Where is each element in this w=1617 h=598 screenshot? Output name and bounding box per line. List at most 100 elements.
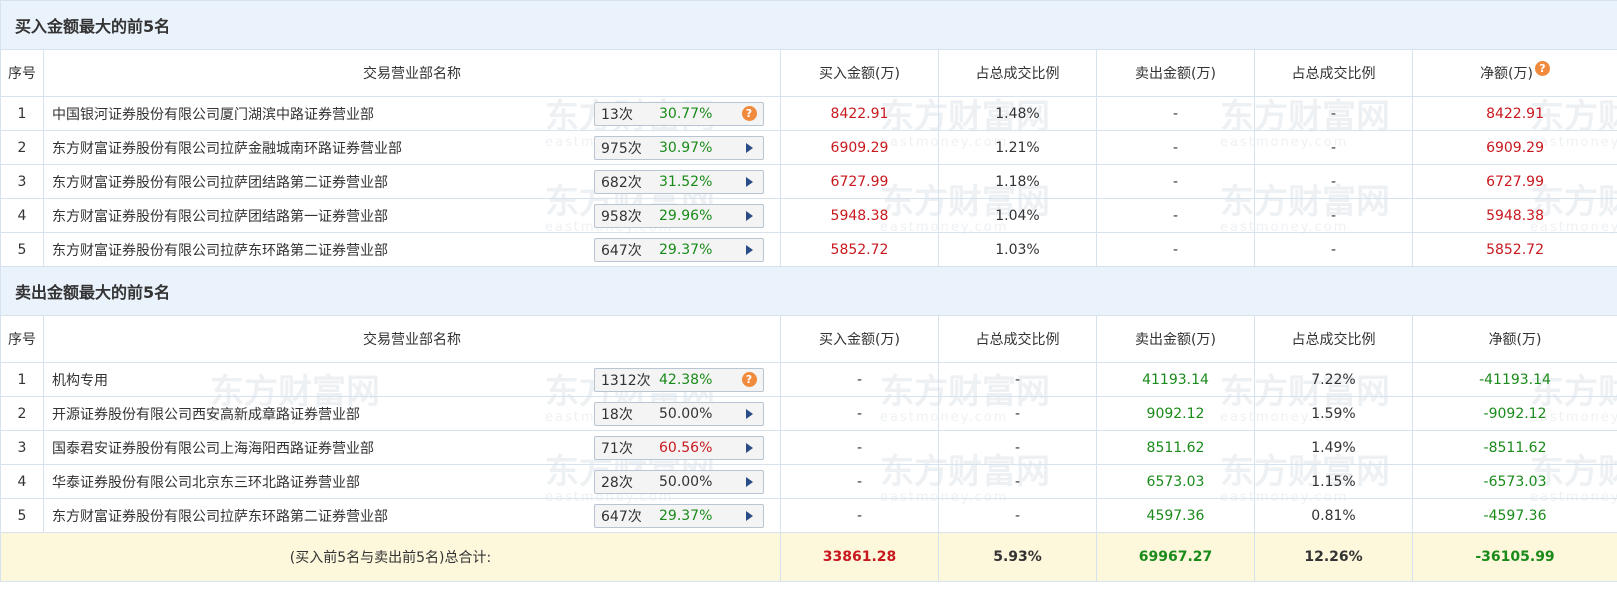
branch-stat-box[interactable]: 975次 30.97% [594, 135, 764, 160]
dragon-tiger-table: 买入金额最大的前5名 序号 交易营业部名称 买入金额(万) 占总成交比例 卖出金… [0, 0, 1617, 582]
row-index: 1 [0, 96, 44, 131]
branch-stat-box[interactable]: 647次 29.37% [594, 503, 764, 528]
buy-ratio: 1.03% [938, 232, 1097, 267]
branch-name-link[interactable]: 东方财富证券股份有限公司拉萨金融城南环路证券营业部 [52, 138, 402, 158]
branch-name-cell: 东方财富证券股份有限公司拉萨团结路第一证券营业部 958次 29.96% [43, 198, 781, 233]
win-rate: 60.56% [659, 439, 713, 456]
question-icon[interactable]: ? [741, 372, 757, 388]
branch-name-link[interactable]: 开源证券股份有限公司西安高新成章路证券营业部 [52, 404, 360, 424]
total-row: (买入前5名与卖出前5名)总合计: 33861.28 5.93% 69967.27 12… [0, 532, 1617, 582]
sell-ratio: 1.59% [1254, 396, 1413, 431]
question-icon[interactable]: ? [741, 106, 757, 122]
table-row: 3 东方财富证券股份有限公司拉萨团结路第二证券营业部 682次 31.52% 6727.… [0, 164, 1617, 199]
win-rate: 30.97% [659, 139, 713, 156]
header-net-amount: 净额(万) [1411, 315, 1617, 363]
total-net-amount: -36105.99 [1411, 532, 1617, 582]
sell-section-header: 卖出金额最大的前5名 [0, 266, 1617, 316]
branch-name-link[interactable]: 东方财富证券股份有限公司拉萨东环路第二证券营业部 [52, 240, 388, 260]
win-rate: 29.37% [659, 507, 713, 524]
branch-name-link[interactable]: 东方财富证券股份有限公司拉萨东环路第二证券营业部 [52, 506, 388, 526]
buy-ratio: - [938, 396, 1097, 431]
branch-name-link[interactable]: 中国银河证券股份有限公司厦门湖滨中路证券营业部 [52, 104, 374, 124]
listing-count: 13次 [601, 106, 633, 123]
sell-ratio: - [1254, 232, 1413, 267]
sell-ratio: 0.81% [1254, 498, 1413, 533]
buy-amount: 8422.91 [780, 96, 939, 131]
win-rate: 50.00% [659, 473, 713, 490]
table-body: 买入金额最大的前5名 序号 交易营业部名称 买入金额(万) 占总成交比例 卖出金… [0, 0, 1617, 582]
triangle-right-icon[interactable] [741, 508, 757, 524]
branch-name-link[interactable]: 华泰证券股份有限公司北京东三环北路证券营业部 [52, 472, 360, 492]
buy-ratio: 1.18% [938, 164, 1097, 199]
buy-ratio: 1.04% [938, 198, 1097, 233]
total-sell-amount: 69967.27 [1096, 532, 1255, 582]
row-index: 3 [0, 164, 44, 199]
row-index: 4 [0, 464, 44, 499]
triangle-right-icon[interactable] [741, 406, 757, 422]
listing-count: 18次 [601, 406, 633, 423]
branch-name-link[interactable]: 东方财富证券股份有限公司拉萨团结路第二证券营业部 [52, 172, 388, 192]
branch-name-wrapper: 东方财富证券股份有限公司拉萨团结路第二证券营业部 682次 31.52% [44, 169, 780, 194]
row-index: 4 [0, 198, 44, 233]
branch-stat-box[interactable]: 682次 31.52% [594, 169, 764, 194]
branch-stat-box[interactable]: 28次 50.00% [594, 469, 764, 494]
branch-name-cell: 华泰证券股份有限公司北京东三环北路证券营业部 28次 50.00% [43, 464, 781, 499]
branch-name-wrapper: 中国银河证券股份有限公司厦门湖滨中路证券营业部 13次 30.77%? [44, 101, 780, 126]
header-sell-amount: 卖出金额(万) [1096, 315, 1255, 363]
header-buy-ratio: 占总成交比例 [938, 49, 1097, 97]
total-buy-ratio: 5.93% [938, 532, 1097, 582]
buy-ratio: 1.21% [938, 130, 1097, 165]
branch-name-wrapper: 华泰证券股份有限公司北京东三环北路证券营业部 28次 50.00% [44, 469, 780, 494]
branch-stat-box[interactable]: 647次 29.37% [594, 237, 764, 262]
branch-name-wrapper: 东方财富证券股份有限公司拉萨东环路第二证券营业部 647次 29.37% [44, 503, 780, 528]
branch-stat-box[interactable]: 18次 50.00% [594, 401, 764, 426]
branch-name-wrapper: 东方财富证券股份有限公司拉萨团结路第一证券营业部 958次 29.96% [44, 203, 780, 228]
row-index: 1 [0, 362, 44, 397]
branch-stat-box[interactable]: 958次 29.96% [594, 203, 764, 228]
net-amount: -41193.14 [1411, 362, 1617, 397]
listing-count: 647次 [601, 508, 642, 525]
question-icon[interactable]: ? [1535, 60, 1550, 76]
buy-ratio: - [938, 464, 1097, 499]
branch-name-link[interactable]: 东方财富证券股份有限公司拉萨团结路第一证券营业部 [52, 206, 388, 226]
branch-stat-box[interactable]: 71次 60.56% [594, 435, 764, 460]
net-amount: 5852.72 [1411, 232, 1617, 267]
row-index: 3 [0, 430, 44, 465]
triangle-right-icon[interactable] [741, 242, 757, 258]
net-amount: -4597.36 [1411, 498, 1617, 533]
row-index: 2 [0, 396, 44, 431]
buy-ratio: - [938, 430, 1097, 465]
buy-amount: - [780, 430, 939, 465]
header-sell-ratio: 占总成交比例 [1254, 315, 1413, 363]
branch-name-cell: 东方财富证券股份有限公司拉萨东环路第二证券营业部 647次 29.37% [43, 498, 781, 533]
table-row: 1 中国银河证券股份有限公司厦门湖滨中路证券营业部 13次 30.77%? 8422.9… [0, 96, 1617, 131]
sell-ratio: - [1254, 164, 1413, 199]
header-net-amount-label: 净额(万) [1480, 66, 1533, 82]
branch-name-cell: 东方财富证券股份有限公司拉萨金融城南环路证券营业部 975次 30.97% [43, 130, 781, 165]
triangle-right-icon[interactable] [741, 208, 757, 224]
table-row: 5 东方财富证券股份有限公司拉萨东环路第二证券营业部 647次 29.37% 5852.… [0, 232, 1617, 267]
buy-amount: 5948.38 [780, 198, 939, 233]
branch-stat-box[interactable]: 13次 30.77%? [594, 101, 764, 126]
triangle-right-icon[interactable] [741, 174, 757, 190]
branch-name-link[interactable]: 机构专用 [52, 370, 108, 390]
buy-column-headers: 序号 交易营业部名称 买入金额(万) 占总成交比例 卖出金额(万) 占总成交比例… [0, 49, 1617, 97]
listing-count: 647次 [601, 242, 642, 259]
sell-amount: 8511.62 [1096, 430, 1255, 465]
header-index: 序号 [0, 49, 44, 97]
branch-name-link[interactable]: 国泰君安证券股份有限公司上海海阳西路证券营业部 [52, 438, 374, 458]
sell-amount: 41193.14 [1096, 362, 1255, 397]
header-net-amount: 净额(万)? [1411, 49, 1617, 97]
triangle-right-icon[interactable] [741, 140, 757, 156]
branch-stat-box[interactable]: 1312次 42.38%? [594, 367, 764, 392]
win-rate: 31.52% [659, 173, 713, 190]
buy-amount: 6727.99 [780, 164, 939, 199]
listing-count: 1312次 [601, 372, 651, 389]
win-rate: 50.00% [659, 405, 713, 422]
buy-amount: - [780, 362, 939, 397]
header-buy-amount: 买入金额(万) [780, 315, 939, 363]
net-amount: -8511.62 [1411, 430, 1617, 465]
triangle-right-icon[interactable] [741, 474, 757, 490]
header-buy-ratio: 占总成交比例 [938, 315, 1097, 363]
triangle-right-icon[interactable] [741, 440, 757, 456]
